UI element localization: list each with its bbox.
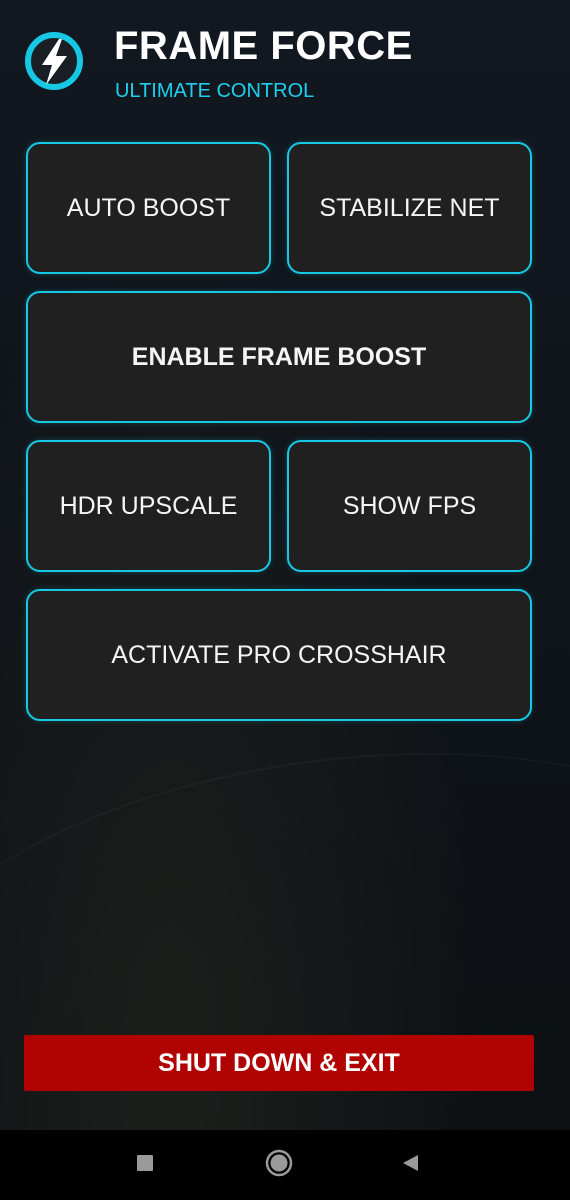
hdr-upscale-button[interactable]: HDR UPSCALE: [26, 440, 271, 572]
app-header: FRAME FORCE ULTIMATE CONTROL: [22, 24, 542, 104]
stabilize-net-button[interactable]: STABILIZE NET: [287, 142, 532, 274]
auto-boost-button[interactable]: AUTO BOOST: [26, 142, 271, 274]
system-navigation-bar: [0, 1130, 570, 1200]
circle-icon: [264, 1148, 294, 1183]
app-title: FRAME FORCE: [114, 24, 413, 68]
back-button[interactable]: [375, 1130, 445, 1200]
recents-button[interactable]: [110, 1130, 180, 1200]
lightning-bolt-icon: [22, 29, 86, 93]
app-screen: FRAME FORCE ULTIMATE CONTROL AUTO BOOST …: [0, 0, 570, 1130]
app-subtitle: ULTIMATE CONTROL: [115, 80, 315, 102]
activate-pro-crosshair-button[interactable]: ACTIVATE PRO CROSSHAIR: [26, 589, 532, 721]
home-button[interactable]: [244, 1130, 314, 1200]
square-icon: [135, 1153, 155, 1178]
triangle-back-icon: [399, 1152, 421, 1179]
shut-down-exit-button[interactable]: SHUT DOWN & EXIT: [24, 1035, 534, 1091]
show-fps-button[interactable]: SHOW FPS: [287, 440, 532, 572]
enable-frame-boost-button[interactable]: ENABLE FRAME BOOST: [26, 291, 532, 423]
